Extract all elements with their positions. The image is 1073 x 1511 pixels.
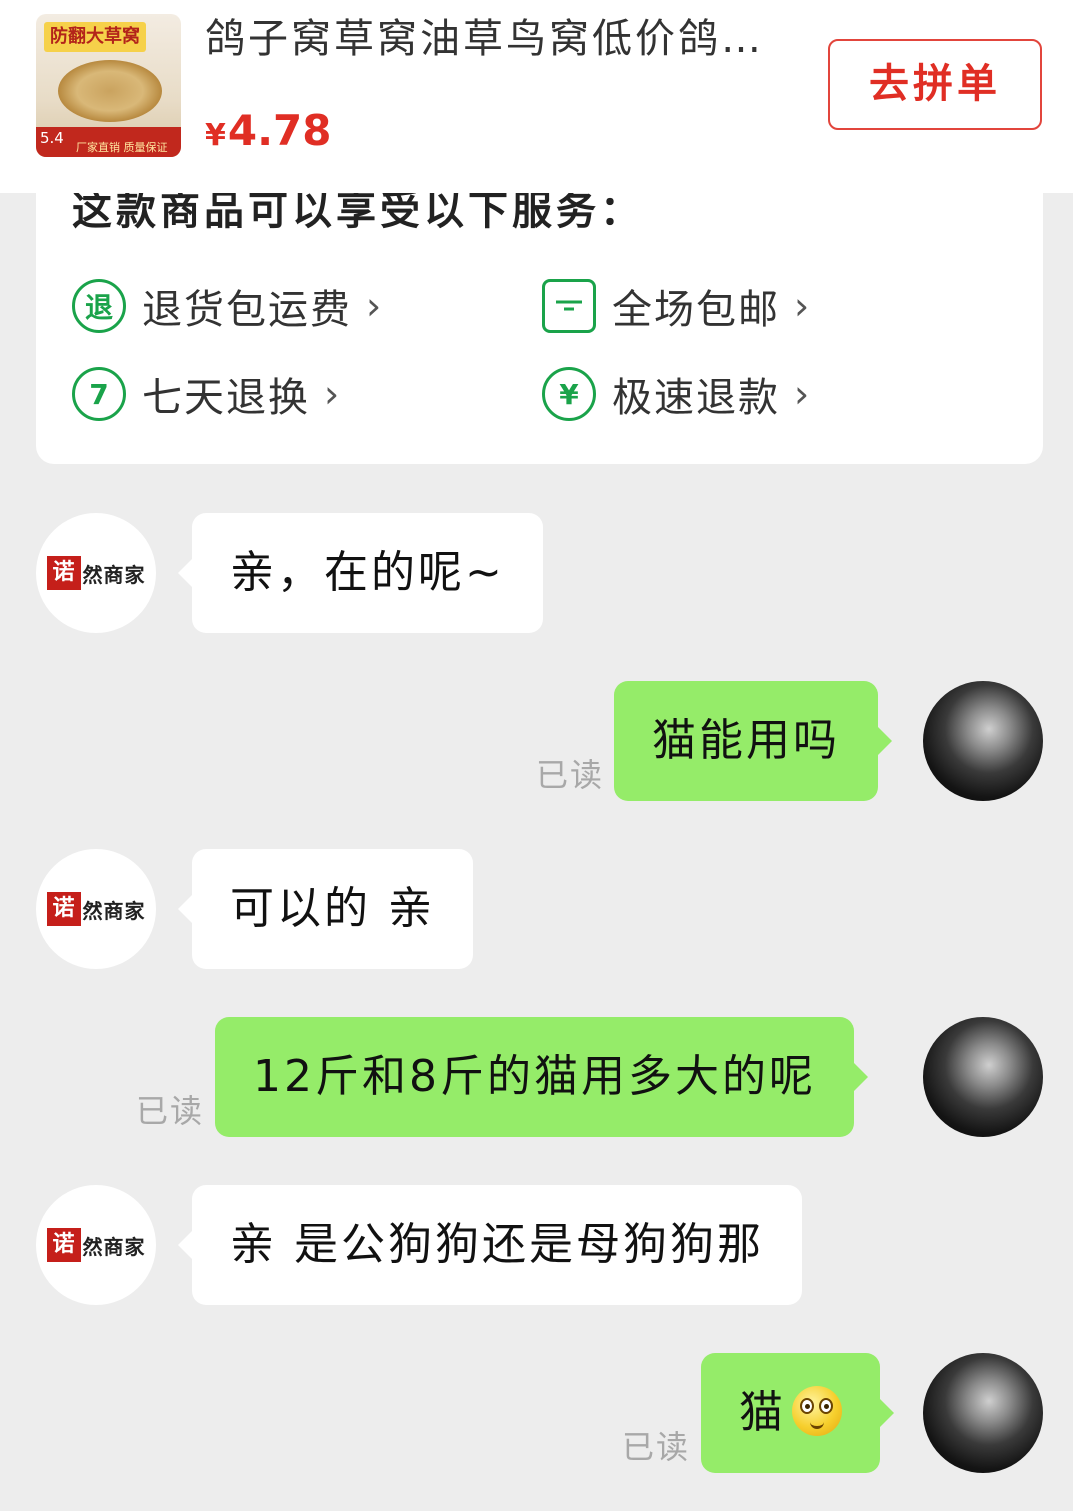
service-heading: 这款商品可以享受以下服务： bbox=[72, 188, 644, 234]
message-bubble-outgoing[interactable]: 12斤和8斤的猫用多大的呢 bbox=[215, 1017, 868, 1137]
chevron-right-icon: › bbox=[794, 284, 810, 328]
thumbnail-number: 5.4 bbox=[40, 129, 64, 147]
shop-logo-seal: 诺 bbox=[46, 1228, 81, 1262]
read-status: 已读 bbox=[622, 1428, 691, 1466]
shop-logo-name: 然商家 bbox=[82, 562, 146, 587]
product-bar: 防翻大草窝 5.4 厂家直销 质量保证 鸽子窝草窝油草鸟窝低价鸽… ¥4.78 … bbox=[0, 0, 1073, 193]
shop-avatar[interactable]: 诺 然商家 bbox=[36, 849, 156, 969]
chevron-right-icon: › bbox=[324, 372, 340, 416]
thumbnail-footer: 5.4 厂家直销 质量保证 bbox=[36, 127, 181, 157]
service-item-return-shipping[interactable]: 退 退货包运费 › bbox=[72, 276, 381, 336]
service-label: 七天退换 bbox=[142, 375, 310, 421]
nest-image bbox=[58, 60, 162, 122]
return-icon: 退 bbox=[72, 279, 126, 333]
price-value: 4.78 bbox=[227, 106, 332, 155]
chevron-right-icon: › bbox=[794, 372, 810, 416]
user-avatar[interactable] bbox=[923, 1017, 1043, 1137]
shop-logo-seal: 诺 bbox=[46, 556, 81, 590]
product-title[interactable]: 鸽子窝草窝油草鸟窝低价鸽… bbox=[205, 14, 795, 64]
shop-logo: 诺 然商家 bbox=[46, 892, 146, 926]
message-bubble-outgoing[interactable]: 猫能用吗 bbox=[614, 681, 892, 801]
message-bubble-incoming[interactable]: 可以的 亲 bbox=[178, 849, 473, 969]
shop-logo-seal: 诺 bbox=[46, 892, 81, 926]
product-price: ¥4.78 bbox=[205, 106, 332, 161]
smiley-emoji-icon bbox=[792, 1386, 842, 1436]
shop-logo: 诺 然商家 bbox=[46, 1228, 146, 1262]
message-text: 猫 bbox=[739, 1387, 786, 1438]
service-label: 极速退款 bbox=[612, 375, 780, 421]
chevron-right-icon: › bbox=[366, 284, 382, 328]
refund-icon: ¥ bbox=[542, 367, 596, 421]
product-thumbnail[interactable]: 防翻大草窝 5.4 厂家直销 质量保证 bbox=[36, 14, 181, 157]
shop-logo-name: 然商家 bbox=[82, 1234, 146, 1259]
currency-symbol: ¥ bbox=[205, 118, 226, 153]
service-label: 全场包邮 bbox=[612, 287, 780, 333]
group-buy-button[interactable]: 去拼单 bbox=[828, 39, 1042, 130]
user-avatar[interactable] bbox=[923, 681, 1043, 801]
read-status: 已读 bbox=[536, 756, 605, 794]
shop-logo: 诺 然商家 bbox=[46, 556, 146, 590]
read-status: 已读 bbox=[136, 1092, 205, 1130]
service-label: 退货包运费 bbox=[142, 287, 352, 333]
message-bubble-incoming[interactable]: 亲 是公狗狗还是母狗狗那 bbox=[178, 1185, 802, 1305]
thumbnail-footer-text: 厂家直销 质量保证 bbox=[76, 141, 168, 154]
service-item-free-shipping[interactable]: 全场包邮 › bbox=[542, 276, 809, 336]
shop-logo-name: 然商家 bbox=[82, 898, 146, 923]
service-card: 这款商品可以享受以下服务： 退 退货包运费 › 全场包邮 › 7 七天退换 › … bbox=[36, 150, 1043, 464]
thumbnail-banner: 防翻大草窝 bbox=[44, 22, 146, 52]
user-avatar[interactable] bbox=[923, 1353, 1043, 1473]
shop-avatar[interactable]: 诺 然商家 bbox=[36, 1185, 156, 1305]
message-bubble-outgoing[interactable]: 猫 bbox=[701, 1353, 894, 1473]
service-item-fast-refund[interactable]: ¥ 极速退款 › bbox=[542, 364, 809, 424]
box-icon bbox=[542, 279, 596, 333]
message-bubble-incoming[interactable]: 亲，在的呢~ bbox=[178, 513, 543, 633]
service-item-seven-day-return[interactable]: 7 七天退换 › bbox=[72, 364, 339, 424]
shop-avatar[interactable]: 诺 然商家 bbox=[36, 513, 156, 633]
seven-day-icon: 7 bbox=[72, 367, 126, 421]
